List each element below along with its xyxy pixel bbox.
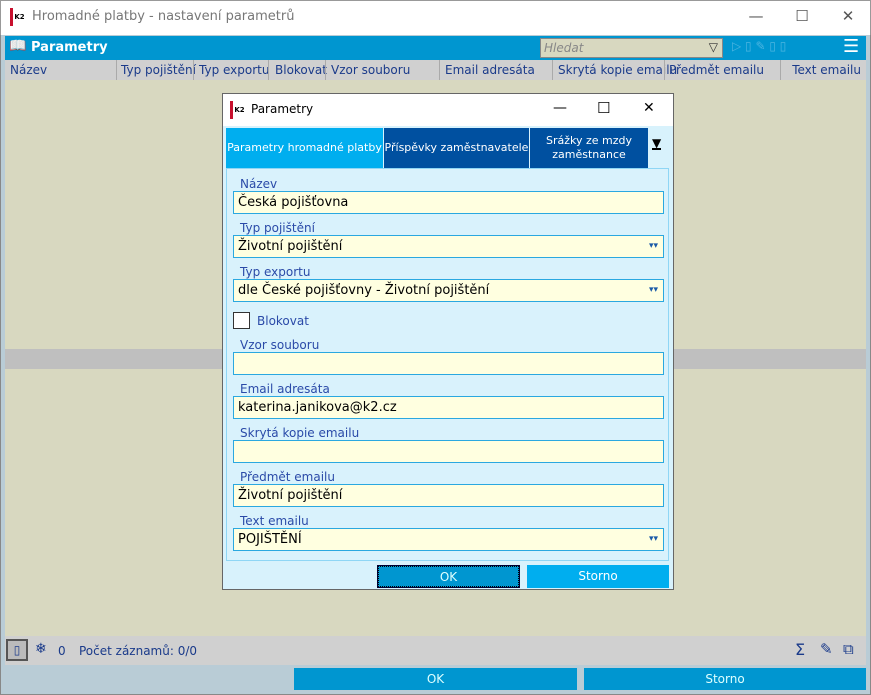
dropdown-icon[interactable]: ▾▾ (649, 241, 658, 251)
cancel-button[interactable]: Storno (584, 668, 866, 690)
typ-pojisteni-value: Životní pojištění (238, 239, 343, 254)
dialog-ok-button[interactable]: OK (377, 565, 520, 588)
maximize-button[interactable]: ☐ (779, 1, 825, 31)
tab-prispevky-zamestnavatele[interactable]: Příspěvky zaměstnavatele (384, 128, 529, 168)
predmet-emailu-value: Životní pojištění (238, 488, 343, 503)
book-icon: 📖 (9, 38, 27, 54)
col-skryta-kopie[interactable]: Skrytá kopie emailu (558, 63, 677, 77)
blokovat-checkbox[interactable] (233, 312, 250, 329)
col-vzor-souboru[interactable]: Vzor souboru (331, 63, 410, 77)
nazev-value: Česká pojišťovna (238, 195, 349, 210)
snowflake-icon[interactable]: ❄ (35, 641, 47, 657)
vzor-souboru-field[interactable] (233, 352, 664, 375)
search-placeholder: Hledat (544, 41, 584, 55)
text-emailu-select[interactable]: POJIŠTĚNÍ ▾▾ (233, 528, 664, 551)
col-email-adresata[interactable]: Email adresáta (445, 63, 535, 77)
label-typ-exportu: Typ exportu (240, 265, 311, 279)
col-predmet-emailu[interactable]: Předmět emailu (669, 63, 764, 77)
dialog-cancel-button[interactable]: Storno (527, 565, 669, 588)
filter-icon[interactable]: ▽ (709, 40, 718, 54)
k2-logo: K2 (230, 101, 246, 119)
tabs-overflow-icon[interactable]: ▼ (652, 137, 662, 150)
search-input[interactable]: Hledat ▽ (540, 38, 723, 58)
label-nazev: Název (240, 177, 278, 191)
k2-logo: K2 (10, 8, 26, 26)
col-typ-exportu[interactable]: Typ exportu (199, 63, 269, 77)
form-panel: Název Česká pojišťovna Typ pojištění Živ… (226, 168, 669, 561)
edit-icon[interactable]: ✎ (820, 640, 833, 658)
text-emailu-value: POJIŠTĚNÍ (238, 532, 302, 547)
sum-icon[interactable]: Σ (795, 640, 805, 659)
play-icon[interactable]: ▷ ▯ ✎ ▯ ▯ (732, 39, 786, 53)
nazev-field[interactable]: Česká pojišťovna (233, 191, 664, 214)
close-button[interactable]: ✕ (825, 1, 871, 31)
dialog-titlebar: K2 Parametry — ☐ ✕ (223, 94, 673, 126)
label-vzor-souboru: Vzor souboru (240, 338, 320, 352)
frozen-count: 0 (58, 644, 66, 658)
dropdown-icon[interactable]: ▾▾ (649, 534, 658, 544)
skryta-kopie-field[interactable] (233, 440, 664, 463)
dialog-close-button[interactable]: ✕ (643, 100, 655, 116)
typ-exportu-value: dle České pojišťovny - Životní pojištění (238, 283, 490, 298)
tab-srazky-ze-mzdy[interactable]: Srážky ze mzdy zaměstnance (530, 128, 648, 168)
dialog-minimize-button[interactable]: — (553, 100, 567, 116)
record-count: Počet záznamů: 0/0 (79, 644, 198, 658)
predmet-emailu-field[interactable]: Životní pojištění (233, 484, 664, 507)
menu-icon[interactable]: ☰ (843, 36, 859, 57)
dialog-title: Parametry (251, 102, 314, 116)
window-titlebar: K2 Hromadné platby - nastavení parametrů… (0, 0, 871, 35)
minimize-button[interactable]: — (733, 1, 779, 31)
typ-pojisteni-select[interactable]: Životní pojištění ▾▾ (233, 235, 664, 258)
status-bar: ▯ ❄ 0 Počet záznamů: 0/0 Σ ✎ ⧉ (5, 636, 866, 665)
col-text-emailu[interactable]: Text emailu (792, 63, 861, 77)
label-predmet-emailu: Předmět emailu (240, 470, 335, 484)
book-icon[interactable]: ▯ (6, 639, 28, 661)
dropdown-icon[interactable]: ▾▾ (649, 285, 658, 295)
column-headers: Název Typ pojištění Typ exportu Blokovat… (5, 60, 866, 80)
parametry-dialog: K2 Parametry — ☐ ✕ Parametry hromadné pl… (222, 93, 674, 590)
list-header: 📖 Parametry Hledat ▽ ▷ ▯ ✎ ▯ ▯ ☰ (5, 36, 866, 60)
dialog-maximize-button[interactable]: ☐ (597, 99, 610, 117)
label-text-emailu: Text emailu (240, 514, 309, 528)
tab-parametry-hromadne-platby[interactable]: Parametry hromadné platby (226, 128, 383, 168)
add-record-icon[interactable]: ⧉ (843, 640, 854, 658)
label-blokovat: Blokovat (257, 314, 309, 328)
window-title: Hromadné platby - nastavení parametrů (32, 9, 295, 24)
typ-exportu-select[interactable]: dle České pojišťovny - Životní pojištění… (233, 279, 664, 302)
ok-button[interactable]: OK (294, 668, 577, 690)
list-title: Parametry (31, 40, 108, 55)
col-typ-pojisteni[interactable]: Typ pojištění (121, 63, 196, 77)
email-adresata-value: katerina.janikova@k2.cz (238, 400, 397, 415)
label-typ-pojisteni: Typ pojištění (240, 221, 315, 235)
label-email-adresata: Email adresáta (240, 382, 330, 396)
email-adresata-field[interactable]: katerina.janikova@k2.cz (233, 396, 664, 419)
label-skryta-kopie: Skrytá kopie emailu (240, 426, 360, 440)
col-blokovat[interactable]: Blokovat (275, 63, 327, 77)
col-nazev[interactable]: Název (10, 63, 47, 77)
